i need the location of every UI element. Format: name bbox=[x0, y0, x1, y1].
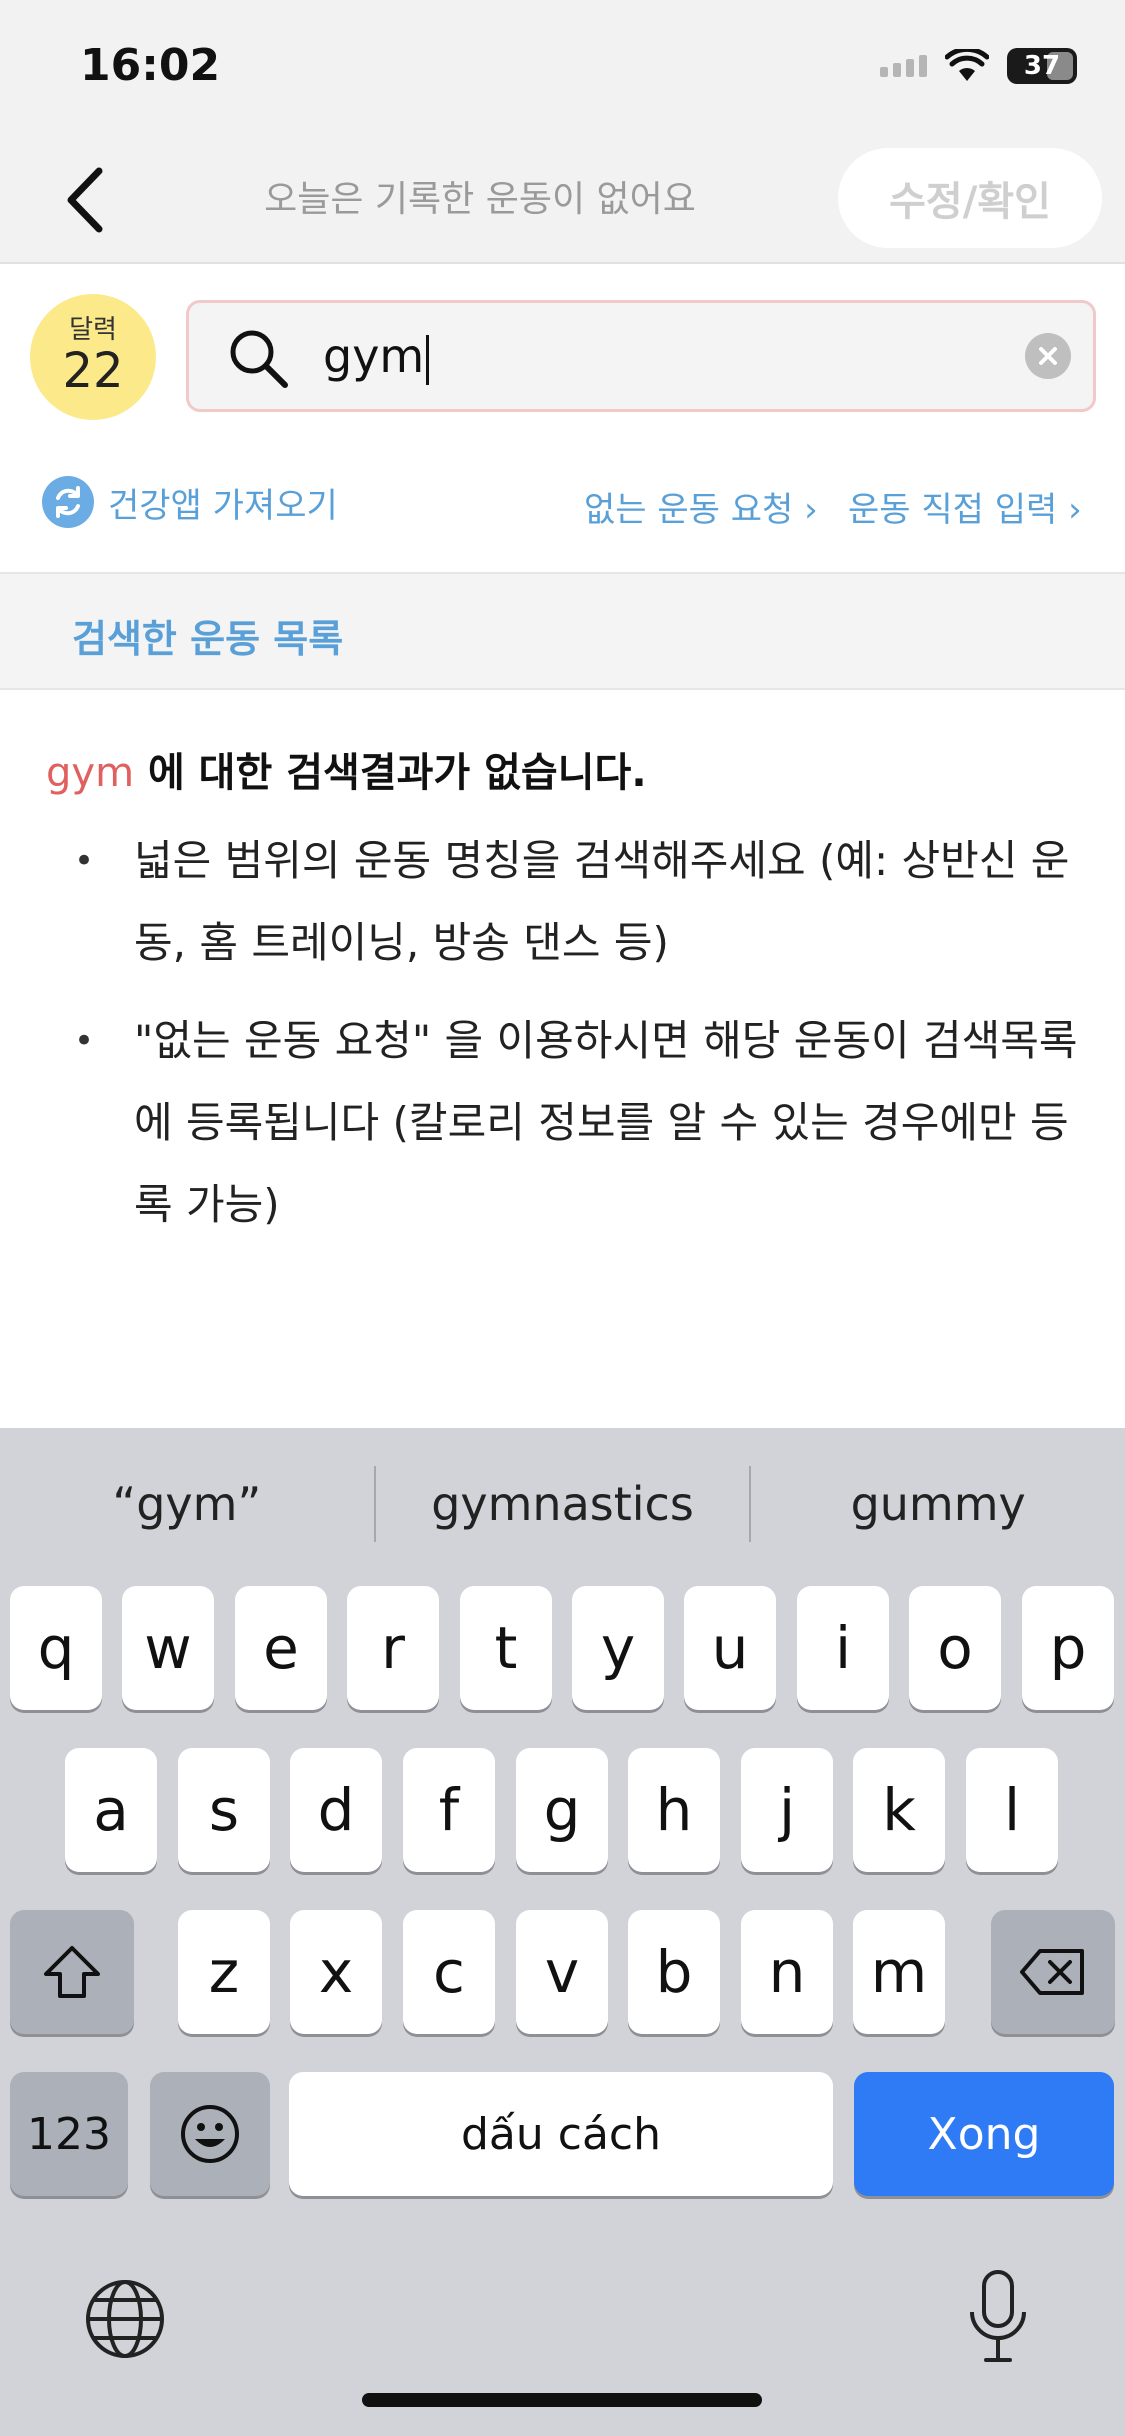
shift-icon bbox=[44, 1946, 100, 1998]
key-b[interactable]: b bbox=[628, 1910, 720, 2034]
emoji-icon bbox=[181, 2105, 239, 2163]
page-title: 오늘은 기록한 운동이 없어요 bbox=[264, 179, 696, 220]
key-x[interactable]: x bbox=[290, 1910, 382, 2034]
section-header: 검색한 운동 목록 bbox=[0, 572, 1125, 690]
no-result-message: gym 에 대한 검색결과가 없습니다. bbox=[46, 740, 647, 798]
key-g[interactable]: g bbox=[516, 1748, 608, 1872]
key-l[interactable]: l bbox=[966, 1748, 1058, 1872]
key-k[interactable]: k bbox=[853, 1748, 945, 1872]
edit-confirm-button[interactable]: 수정/확인 bbox=[838, 148, 1102, 248]
health-import-link[interactable]: 건강앱 가져오기 bbox=[42, 476, 338, 528]
key-c[interactable]: c bbox=[403, 1910, 495, 2034]
key-t[interactable]: t bbox=[460, 1586, 552, 1710]
shift-key[interactable] bbox=[10, 1910, 134, 2034]
numbers-key[interactable]: 123 bbox=[10, 2072, 128, 2196]
calendar-button[interactable]: 달력 22 bbox=[30, 294, 156, 420]
microphone-icon[interactable] bbox=[966, 2268, 1030, 2368]
search-tips: 넓은 범위의 운동 명칭을 검색해주세요 (예: 상반신 운동, 홈 트레이닝,… bbox=[70, 820, 1080, 1262]
action-links: 건강앱 가져오기 없는 운동 요청 › 운동 직접 입력 › bbox=[0, 470, 1125, 530]
key-h[interactable]: h bbox=[628, 1748, 720, 1872]
sync-icon bbox=[42, 476, 94, 528]
suggestion-item[interactable]: “gym” bbox=[0, 1464, 374, 1544]
backspace-key[interactable] bbox=[991, 1910, 1115, 2034]
battery-level: 37 bbox=[1023, 51, 1061, 81]
key-y[interactable]: y bbox=[572, 1586, 664, 1710]
close-icon bbox=[1039, 347, 1057, 365]
key-j[interactable]: j bbox=[741, 1748, 833, 1872]
tip-item: "없는 운동 요청" 을 이용하시면 해당 운동이 검색목록에 등록됩니다 (칼… bbox=[70, 1000, 1080, 1246]
signal-icon bbox=[880, 55, 927, 77]
tip-item: 넓은 범위의 운동 명칭을 검색해주세요 (예: 상반신 운동, 홈 트레이닝,… bbox=[70, 820, 1080, 984]
search-input[interactable]: gym bbox=[186, 300, 1096, 412]
home-indicator[interactable] bbox=[362, 2393, 762, 2407]
no-result-text: 에 대한 검색결과가 없습니다. bbox=[134, 750, 647, 796]
calendar-label: 달력 bbox=[69, 315, 117, 346]
request-missing-exercise-link[interactable]: 없는 운동 요청 › bbox=[584, 482, 818, 531]
suggestion-item[interactable]: gummy bbox=[751, 1464, 1125, 1544]
battery-icon: 37 bbox=[1007, 48, 1077, 84]
status-icons: 37 bbox=[880, 48, 1077, 84]
key-n[interactable]: n bbox=[741, 1910, 833, 2034]
key-u[interactable]: u bbox=[684, 1586, 776, 1710]
wifi-icon bbox=[945, 49, 989, 81]
section-title: 검색한 운동 목록 bbox=[72, 617, 344, 661]
health-import-label: 건강앱 가져오기 bbox=[108, 485, 338, 526]
key-f[interactable]: f bbox=[403, 1748, 495, 1872]
keyboard: “gym” gymnastics gummy q w e r t y u i o… bbox=[0, 1428, 1125, 2436]
text-cursor bbox=[426, 334, 430, 385]
key-m[interactable]: m bbox=[853, 1910, 945, 2034]
clear-search-button[interactable] bbox=[1025, 333, 1071, 379]
chevron-left-icon bbox=[67, 167, 103, 233]
top-bar: 16:02 37 오늘은 기록한 운동이 없어요 수정/확인 bbox=[0, 0, 1125, 264]
key-o[interactable]: o bbox=[909, 1586, 1001, 1710]
globe-icon[interactable] bbox=[84, 2278, 166, 2360]
suggestion-bar: “gym” gymnastics gummy bbox=[0, 1464, 1125, 1544]
key-v[interactable]: v bbox=[516, 1910, 608, 2034]
key-w[interactable]: w bbox=[122, 1586, 214, 1710]
key-z[interactable]: z bbox=[178, 1910, 270, 2034]
status-time: 16:02 bbox=[80, 40, 221, 91]
key-e[interactable]: e bbox=[235, 1586, 327, 1710]
key-p[interactable]: p bbox=[1022, 1586, 1114, 1710]
done-key[interactable]: Xong bbox=[854, 2072, 1114, 2196]
calendar-day: 22 bbox=[62, 342, 124, 399]
search-input-text: gym bbox=[323, 329, 430, 385]
search-icon bbox=[230, 330, 288, 388]
key-s[interactable]: s bbox=[178, 1748, 270, 1872]
direct-input-link[interactable]: 운동 직접 입력 › bbox=[848, 482, 1082, 531]
back-button[interactable] bbox=[55, 160, 115, 240]
suggestion-item[interactable]: gymnastics bbox=[376, 1464, 750, 1544]
key-r[interactable]: r bbox=[347, 1586, 439, 1710]
key-d[interactable]: d bbox=[290, 1748, 382, 1872]
space-key[interactable]: dấu cách bbox=[289, 2072, 833, 2196]
emoji-key[interactable] bbox=[150, 2072, 270, 2196]
key-q[interactable]: q bbox=[10, 1586, 102, 1710]
search-keyword: gym bbox=[46, 750, 135, 796]
backspace-icon bbox=[1020, 1949, 1084, 1995]
key-i[interactable]: i bbox=[797, 1586, 889, 1710]
key-a[interactable]: a bbox=[65, 1748, 157, 1872]
